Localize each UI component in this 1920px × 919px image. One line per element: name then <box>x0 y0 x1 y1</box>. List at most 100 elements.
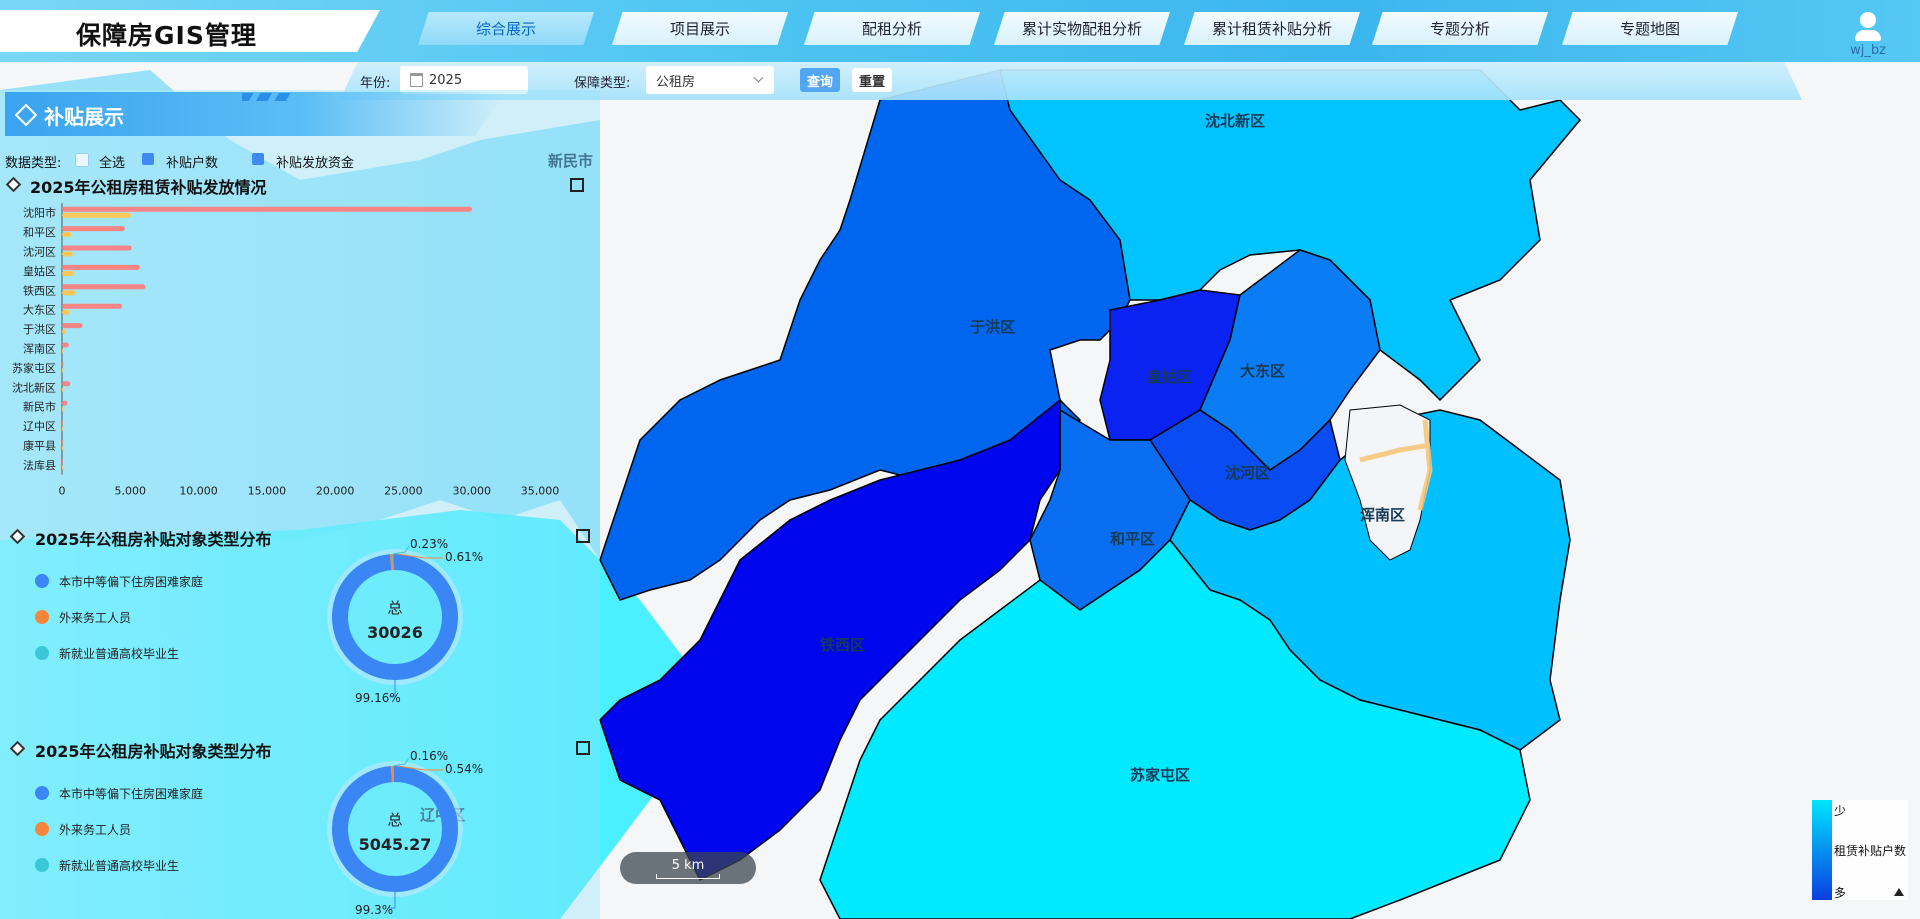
slice-label: 0.23% <box>410 537 448 551</box>
label-shenbei: 沈北新区 <box>1205 112 1265 130</box>
legend-workers: 外来务工人员 <box>59 823 132 837</box>
bar <box>62 381 71 387</box>
chevron-down-icon <box>753 72 764 83</box>
user-menu[interactable]: wj_bz <box>1838 12 1898 58</box>
bar <box>62 464 63 470</box>
bar <box>62 245 132 251</box>
map-legend: 少 租赁补贴户数 多 <box>1812 800 1908 900</box>
category-label: 沈阳市 <box>23 206 56 220</box>
bar <box>62 426 63 432</box>
category-label: 于洪区 <box>23 322 56 336</box>
nav-tab-overview[interactable]: 综合展示 <box>418 12 594 45</box>
donut-center-value: 30026 <box>367 623 423 642</box>
donut-center-label: 总 <box>387 599 402 617</box>
type-label: 保障类型: <box>574 76 631 91</box>
expand-icon[interactable] <box>570 178 584 192</box>
checkbox-all-label: 全选 <box>99 156 126 171</box>
checkbox-households[interactable] <box>142 153 154 165</box>
category-label: 皇姑区 <box>23 264 56 278</box>
label-sujiatun: 苏家屯区 <box>1130 766 1190 784</box>
checkbox-funds[interactable] <box>252 153 264 165</box>
calendar-icon <box>410 73 423 87</box>
label-heping: 和平区 <box>1110 530 1155 548</box>
bar <box>62 232 72 238</box>
type-select[interactable]: 公租房 <box>646 66 774 94</box>
donut1-title: 2025年公租房补贴对象类型分布 <box>35 530 272 549</box>
label-huanggu: 皇姑区 <box>1147 368 1192 386</box>
donut-chart-1: 99.16% 0.61%0.23% 总 30026 <box>327 537 483 705</box>
legend-workers: 外来务工人员 <box>59 611 132 625</box>
donut-chart-2: 99.3% 0.54%0.16% 总 5045.27 <box>327 749 483 917</box>
tick-label: 30,000 <box>452 485 491 495</box>
tick-label: 10,000 <box>179 485 218 495</box>
bar <box>62 290 76 296</box>
category-label: 辽中区 <box>23 420 56 433</box>
donut-slice <box>332 766 458 892</box>
bar <box>62 284 146 290</box>
legend-graduates: 新就业普通高校毕业生 <box>59 859 180 873</box>
bar <box>62 303 123 309</box>
slice-label: 99.16% <box>355 691 401 705</box>
bar <box>62 323 83 329</box>
checkbox-funds-label: 补贴发放资金 <box>276 156 355 171</box>
bar-chart: 沈阳市和平区沈河区皇姑区铁西区大东区于洪区浑南区苏家屯区沈北新区新民市辽中区康平… <box>12 203 560 495</box>
label-shenhe: 沈河区 <box>1225 464 1270 482</box>
bar <box>62 251 73 257</box>
nav-tab-cumulative-subsidy[interactable]: 累计租赁补贴分析 <box>1184 12 1360 45</box>
bar <box>62 420 63 426</box>
reset-button[interactable]: 重置 <box>852 68 892 92</box>
bar <box>62 367 63 373</box>
legend-dot-graduates <box>35 646 49 660</box>
label-hunnan: 浑南区 <box>1360 506 1405 524</box>
category-label: 沈北新区 <box>12 380 56 394</box>
data-type-label: 数据类型: <box>5 156 62 171</box>
bar <box>62 400 68 406</box>
bar <box>62 212 131 218</box>
nav-tab-cumulative-physical[interactable]: 累计实物配租分析 <box>994 12 1170 45</box>
bar <box>62 264 140 270</box>
legend-graduates: 新就业普通高校毕业生 <box>59 647 180 661</box>
donut-center-label: 总 <box>387 811 402 829</box>
expand-icon[interactable] <box>576 529 590 543</box>
nav-tab-thematic-analysis[interactable]: 专题分析 <box>1372 12 1548 45</box>
tick-label: 35,000 <box>521 485 560 495</box>
bar <box>62 458 63 464</box>
checkbox-all[interactable] <box>75 153 89 167</box>
legend-gradient <box>1812 800 1832 900</box>
bar <box>62 445 63 451</box>
nav-tab-allocation[interactable]: 配租分析 <box>804 12 980 45</box>
bar <box>62 387 64 393</box>
expand-icon[interactable] <box>576 741 590 755</box>
nav-tab-thematic-map[interactable]: 专题地图 <box>1562 12 1738 45</box>
legend-dot-graduates <box>35 858 49 872</box>
query-button[interactable]: 查询 <box>800 68 840 92</box>
tick-label: 25,000 <box>384 485 423 495</box>
category-label: 沈河区 <box>23 245 56 259</box>
bar <box>62 329 67 335</box>
bar <box>62 206 473 212</box>
legend-dot-workers <box>35 610 49 624</box>
donut2-title: 2025年公租房补贴对象类型分布 <box>35 742 272 761</box>
bar <box>62 361 64 367</box>
slice-label: 0.16% <box>410 749 448 763</box>
category-label: 大东区 <box>23 303 56 317</box>
panel-header-stripes <box>242 93 290 101</box>
category-label: 法库县 <box>23 458 56 472</box>
legend-dot-families <box>35 574 49 588</box>
legend-families: 本市中等偏下住房困难家庭 <box>59 787 204 801</box>
bar <box>62 309 71 315</box>
panel-title: 补贴展示 <box>44 105 124 129</box>
scale-bar: 5 km <box>620 852 756 884</box>
bar <box>62 348 64 354</box>
donut-slice <box>332 554 458 680</box>
donut-center-value: 5045.27 <box>359 835 432 854</box>
triangle-icon[interactable] <box>1894 888 1904 896</box>
tick-label: 20,000 <box>316 485 355 495</box>
tick-label: 5,000 <box>115 485 147 495</box>
tick-label: 0 <box>59 485 66 495</box>
label-yuhong: 于洪区 <box>970 318 1015 336</box>
bar <box>62 342 69 348</box>
category-label: 浑南区 <box>23 343 56 356</box>
checkbox-households-label: 补贴户数 <box>166 156 219 171</box>
nav-tab-projects[interactable]: 项目展示 <box>612 12 788 45</box>
